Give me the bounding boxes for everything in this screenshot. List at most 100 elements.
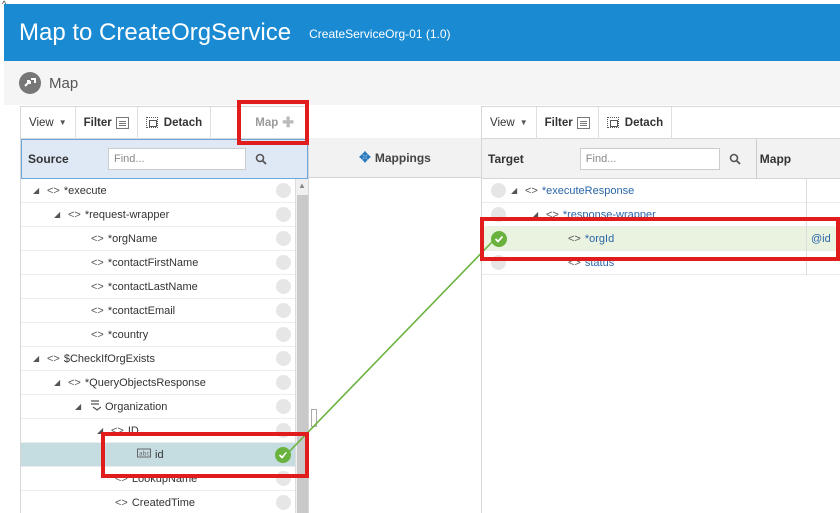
mapping-cell [806,251,811,275]
tree-row[interactable]: ◢ <> *request-wrapper [21,203,308,227]
detach-label: Detach [163,116,203,129]
tree-row-label: *country [107,328,149,341]
expand-icon[interactable]: ◢ [54,210,64,219]
target-search-input[interactable]: Find... [579,147,720,170]
element-icon: <> [47,184,60,197]
element-icon: <> [91,328,104,341]
source-panel: View ▼ Filter Detach Map ✚ Source Find..… [20,106,309,513]
status-dot [276,303,291,318]
search-icon[interactable] [246,153,276,165]
tree-row-label: Organization [105,400,168,413]
tree-row-label: *execute [63,184,107,197]
tree-row-label: *QueryObjectsResponse [84,376,206,389]
tree-row-selected[interactable]: abc id [21,443,308,467]
mapped-check-icon [491,230,507,247]
tree-row-label: *orgName [107,232,158,245]
page-title: Map to CreateOrgService [19,18,292,46]
status-dot [276,183,291,198]
mappings-header: ✥ Mappings [309,138,481,178]
scroll-up-icon[interactable]: ▲ [298,181,306,190]
tree-row-label: *orgId [584,232,615,245]
tree-row[interactable]: <> status [482,251,840,275]
map-label: Map [255,116,279,129]
expand-icon[interactable]: ◢ [532,210,542,219]
target-toolbar: View ▼ Filter Detach [482,106,840,139]
element-icon: <> [111,424,124,437]
status-dot [276,327,291,342]
source-toolbar: View ▼ Filter Detach Map ✚ [21,106,308,139]
expand-icon[interactable]: ◢ [54,378,64,387]
source-header: Source Find... [21,139,308,179]
tree-row-label: *contactEmail [107,304,176,317]
scroll-thumb[interactable] [297,195,308,513]
target-detach-button[interactable]: Detach [599,106,673,139]
tree-row-mapped[interactable]: <> *orgId @id [482,227,840,251]
splitter-handle[interactable] [311,409,317,427]
source-tree: ◢ <> *execute ◢ <> *request-wrapper <> *orgNa… [21,179,308,513]
tree-row[interactable]: ◢ <> $CheckIfOrgExists [21,347,308,371]
tree-row-label: ID [127,424,139,437]
status-dot [276,279,291,294]
source-view-menu[interactable]: View ▼ [21,106,76,139]
mappings-panel: ✥ Mappings [309,106,481,513]
source-search-input[interactable]: Find... [108,148,246,170]
element-icon: <> [91,232,104,245]
element-icon: <> [91,280,104,293]
detach-icon [606,117,619,128]
source-detach-button[interactable]: Detach [138,106,212,139]
tree-row[interactable]: <> CreatedTime [21,491,308,513]
filter-label: Filter [544,116,573,129]
tree-row-label: CreatedTime [131,496,196,509]
element-icon: <> [115,496,128,509]
caret-down-icon: ▼ [58,118,67,127]
expand-icon[interactable]: ◢ [33,354,43,363]
source-scrollbar[interactable]: ▲ [295,179,308,513]
tree-row-label: LookupName [131,472,198,485]
tree-row-label: status [584,256,615,269]
tree-row[interactable]: <> *contactFirstName [21,251,308,275]
tree-row[interactable]: <> *contactEmail [21,299,308,323]
map-button[interactable]: Map ✚ [255,114,308,131]
status-dot [276,231,291,246]
element-icon: <> [91,256,104,269]
tree-row[interactable]: <> LookupName [21,467,308,491]
status-dot [276,495,291,510]
mapping-cell[interactable]: @id [806,227,831,251]
tree-row[interactable]: <> *orgName [21,227,308,251]
mapped-check-icon [275,446,291,463]
source-filter-button[interactable]: Filter [76,106,138,139]
target-tree: ◢ <> *executeResponse ◢ <> *response-wrapper… [482,179,840,275]
tree-row[interactable]: ◢ <> *QueryObjectsResponse [21,371,308,395]
status-dot [276,351,291,366]
tree-row-label: *executeResponse [541,184,635,197]
tree-row-label: *request-wrapper [84,208,170,221]
tree-row[interactable]: <> *country [21,323,308,347]
tree-row[interactable]: <> *contactLastName [21,275,308,299]
search-icon[interactable] [720,153,750,165]
element-icon: <> [115,472,128,485]
tree-row[interactable]: ◢ <> *response-wrapper [482,203,840,227]
tree-row[interactable]: ◢ Organization [21,395,308,419]
detach-label: Detach [624,116,664,129]
mapping-cell [806,203,811,227]
element-icon: <> [546,208,559,221]
expand-icon[interactable]: ◢ [33,186,43,195]
tree-row-label: id [155,448,164,461]
status-dot [276,255,291,270]
tree-row[interactable]: ◢ <> *execute [21,179,308,203]
element-icon: <> [68,208,81,221]
expand-icon[interactable]: ◢ [511,186,521,195]
tree-row-label: *contactFirstName [107,256,199,269]
target-view-menu[interactable]: View ▼ [482,106,537,139]
svg-text:abc: abc [139,451,150,458]
tree-row-label: $CheckIfOrgExists [63,352,155,365]
detach-icon [145,117,158,128]
expand-icon[interactable]: ◢ [75,402,85,411]
map-icon [19,72,41,94]
filter-label: Filter [83,116,112,129]
tree-row[interactable]: ◢ <> ID [21,419,308,443]
tree-row[interactable]: ◢ <> *executeResponse [482,179,840,203]
target-filter-button[interactable]: Filter [537,106,599,139]
expand-icon[interactable]: ◢ [97,426,107,435]
tree-row-label: *response-wrapper [562,208,656,221]
